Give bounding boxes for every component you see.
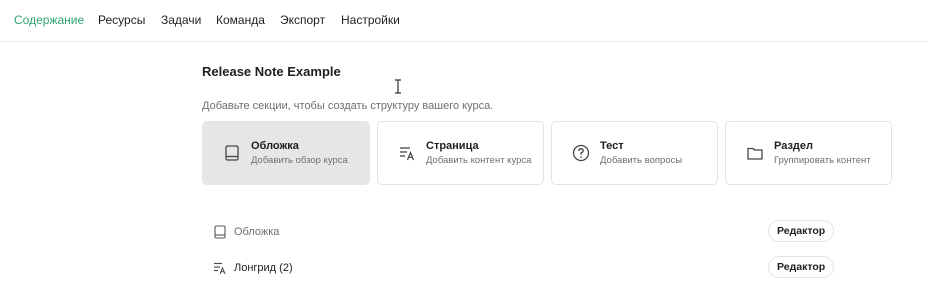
card-subtitle: Добавить обзор курса <box>251 155 348 166</box>
tab-resources[interactable]: Ресурсы <box>98 12 145 28</box>
section-row-longread[interactable]: Лонгрид (2) Редактор <box>202 255 842 283</box>
text-cursor-icon <box>395 79 401 94</box>
section-label: Обложка <box>234 226 280 238</box>
book-icon <box>225 145 239 161</box>
question-icon <box>572 144 590 162</box>
card-title: Страница <box>426 140 479 152</box>
editor-button[interactable]: Редактор <box>768 256 835 278</box>
card-title: Обложка <box>251 140 299 152</box>
card-subtitle: Группировать контент <box>774 155 871 166</box>
tab-team[interactable]: Команда <box>216 12 265 28</box>
tab-export[interactable]: Экспорт <box>280 12 325 28</box>
tab-content[interactable]: Содержание <box>14 12 84 28</box>
add-page-card[interactable]: Страница Добавить контент курса <box>377 121 544 185</box>
add-cover-card[interactable]: Обложка Добавить обзор курса <box>202 121 370 185</box>
section-label: Лонгрид (2) <box>234 262 293 274</box>
add-test-card[interactable]: Тест Добавить вопросы <box>551 121 718 185</box>
card-title: Раздел <box>774 140 813 152</box>
tab-tasks[interactable]: Задачи <box>161 12 201 28</box>
card-subtitle: Добавить контент курса <box>426 155 532 166</box>
book-icon <box>214 225 226 239</box>
section-row-cover[interactable]: Обложка Редактор <box>202 219 842 247</box>
card-title: Тест <box>600 140 624 152</box>
top-navigation: Содержание Ресурсы Задачи Команда Экспор… <box>0 0 928 42</box>
editor-button[interactable]: Редактор <box>768 220 835 242</box>
structure-hint: Добавьте секции, чтобы создать структуру… <box>202 100 494 112</box>
folder-icon <box>747 147 763 160</box>
text-page-icon <box>400 147 415 161</box>
add-section-card[interactable]: Раздел Группировать контент <box>725 121 892 185</box>
tab-settings[interactable]: Настройки <box>341 12 400 28</box>
course-title[interactable]: Release Note Example <box>202 64 341 79</box>
text-page-icon <box>214 262 226 275</box>
card-subtitle: Добавить вопросы <box>600 155 683 166</box>
